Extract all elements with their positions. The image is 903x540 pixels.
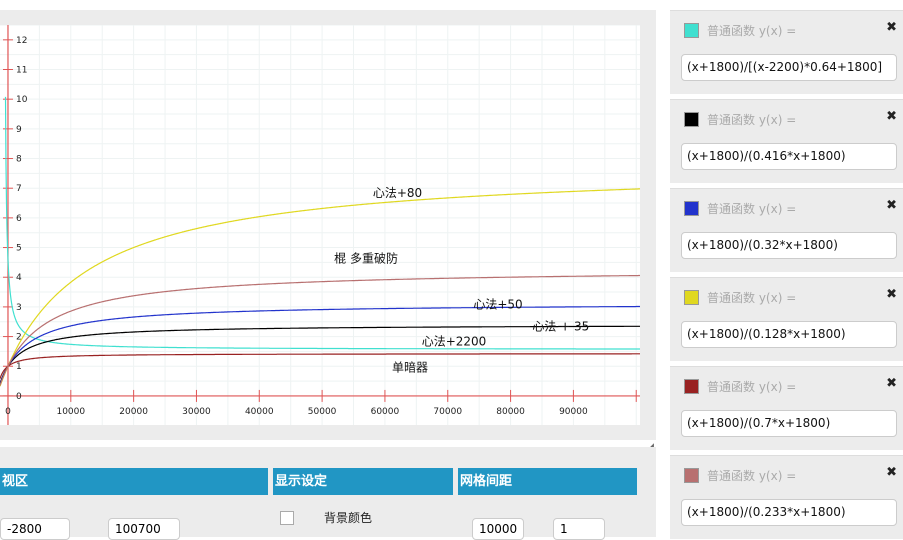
settings-panel: 视区 显示设定 网格间距 -2800 100700 背景颜色 10000 1: [0, 447, 656, 540]
function-expression-input[interactable]: (x+1800)/(0.416*x+1800): [681, 143, 897, 170]
color-swatch[interactable]: [684, 379, 699, 394]
function-list: 普通函数 y(x) = ✖ (x+1800)/[(x-2200)*0.64+18…: [670, 0, 903, 539]
function-expression-input[interactable]: (x+1800)/(0.32*x+1800): [681, 232, 897, 259]
y-tick-label: 6: [16, 214, 22, 224]
display-settings-header: 显示设定: [273, 468, 453, 495]
function-item: 普通函数 y(x) = ✖ (x+1800)/(0.416*x+1800): [670, 99, 903, 183]
y-tick-label: 0: [16, 392, 22, 402]
close-icon[interactable]: ✖: [886, 287, 897, 302]
function-expression-input[interactable]: (x+1800)/[(x-2200)*0.64+1800]: [681, 54, 897, 81]
function-expression-input[interactable]: (x+1800)/(0.233*x+1800): [681, 499, 897, 526]
curve-annotation: 单暗器: [392, 360, 428, 375]
curve-annotation: 棍 多重破防: [334, 250, 398, 265]
color-swatch[interactable]: [684, 290, 699, 305]
close-icon[interactable]: ✖: [886, 465, 897, 480]
color-swatch[interactable]: [684, 112, 699, 127]
curve-annotation: 心法+80: [373, 186, 422, 200]
close-icon[interactable]: ✖: [886, 109, 897, 124]
y-tick-label: 8: [16, 155, 22, 165]
y-tick-label: 4: [16, 273, 22, 283]
y-tick-label: 11: [16, 66, 27, 76]
bg-color-label: 背景颜色: [324, 511, 373, 525]
function-type-label: 普通函数 y(x) =: [707, 24, 797, 38]
function-expression-input[interactable]: (x+1800)/(0.128*x+1800): [681, 321, 897, 348]
x-tick-label: 40000: [245, 407, 274, 417]
close-icon[interactable]: ✖: [886, 376, 897, 391]
curve-annotation: 心法 + 35: [532, 320, 589, 334]
function-type-label: 普通函数 y(x) =: [707, 469, 797, 483]
function-type-label: 普通函数 y(x) =: [707, 202, 797, 216]
color-swatch[interactable]: [684, 468, 699, 483]
y-tick-label: 3: [16, 303, 22, 313]
grid-spacing-header: 网格间距: [458, 468, 637, 495]
function-item: 普通函数 y(x) = ✖ (x+1800)/(0.7*x+1800): [670, 366, 903, 450]
color-swatch[interactable]: [684, 23, 699, 38]
grid-y-input[interactable]: 1: [553, 518, 605, 540]
y-tick-label: 5: [16, 244, 22, 254]
close-icon[interactable]: ✖: [886, 198, 897, 213]
function-item: 普通函数 y(x) = ✖ (x+1800)/(0.32*x+1800): [670, 188, 903, 272]
y-tick-label: 7: [16, 184, 22, 194]
bg-color-swatch[interactable]: [280, 511, 294, 525]
viewport-header: 视区: [0, 468, 268, 495]
x-tick-label: 50000: [308, 407, 337, 417]
x-max-input[interactable]: 100700: [108, 518, 180, 540]
function-item: 普通函数 y(x) = ✖ (x+1800)/(0.128*x+1800): [670, 277, 903, 361]
function-item: 普通函数 y(x) = ✖ (x+1800)/(0.233*x+1800): [670, 455, 903, 539]
plot-panel: 0 10000 20000 30000 40000 50000 60000 70000 8000…: [0, 10, 656, 452]
x-tick-label: 80000: [496, 407, 525, 417]
grid-x-input[interactable]: 10000: [472, 518, 524, 540]
function-type-label: 普通函数 y(x) =: [707, 291, 797, 305]
y-tick-label: 1: [16, 362, 22, 372]
x-tick-label: 70000: [433, 407, 462, 417]
close-icon[interactable]: ✖: [886, 20, 897, 35]
x-tick-label: 60000: [371, 407, 400, 417]
y-tick-label: 12: [16, 36, 27, 46]
function-plot[interactable]: 0 10000 20000 30000 40000 50000 60000 70000 8000…: [0, 25, 640, 425]
color-swatch[interactable]: [684, 201, 699, 216]
function-item: 普通函数 y(x) = ✖ (x+1800)/[(x-2200)*0.64+18…: [670, 10, 903, 94]
x-tick-label: 20000: [119, 407, 148, 417]
y-tick-label: 9: [16, 125, 22, 135]
function-expression-input[interactable]: (x+1800)/(0.7*x+1800): [681, 410, 897, 437]
x-tick-label: 10000: [56, 407, 85, 417]
x-tick-label: 0: [5, 407, 11, 417]
function-type-label: 普通函数 y(x) =: [707, 380, 797, 394]
x-min-input[interactable]: -2800: [0, 518, 70, 540]
curve-annotation: 心法+2200: [422, 334, 487, 348]
curve-annotation: 心法+50: [473, 297, 522, 311]
function-type-label: 普通函数 y(x) =: [707, 113, 797, 127]
plot-background: [0, 25, 640, 425]
x-tick-label: 90000: [559, 407, 588, 417]
x-tick-label: 30000: [182, 407, 211, 417]
y-tick-label: 10: [16, 95, 28, 105]
